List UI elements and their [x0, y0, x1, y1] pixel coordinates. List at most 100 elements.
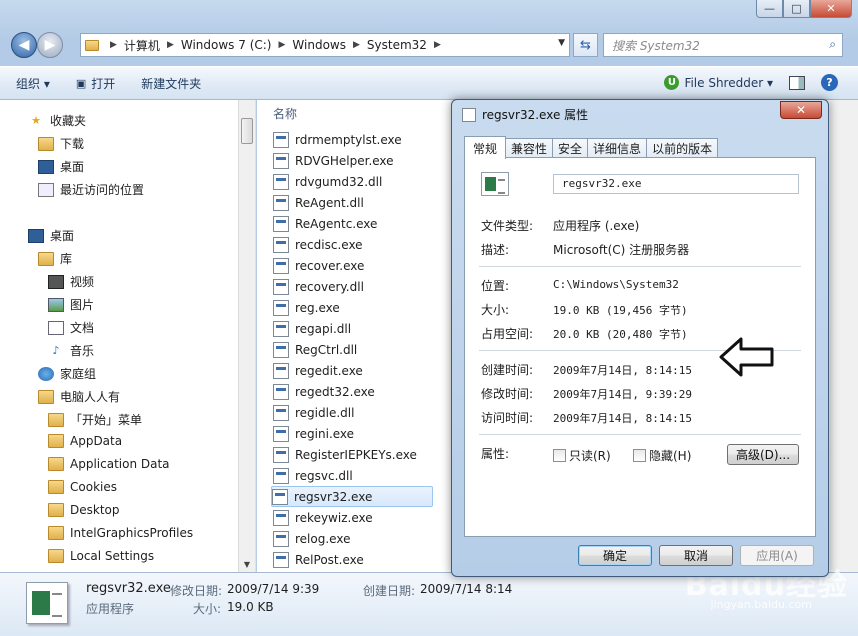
- sidebar-item-homegroup[interactable]: 家庭组: [38, 365, 96, 382]
- breadcrumb-windows[interactable]: Windows: [292, 38, 346, 52]
- scroll-down-icon[interactable]: ▼: [239, 556, 255, 572]
- chevron-right-icon: ▶: [110, 40, 117, 50]
- cancel-button[interactable]: 取消: [659, 545, 733, 566]
- column-header-name[interactable]: 名称: [273, 105, 297, 122]
- minimize-button[interactable]: —: [756, 0, 783, 18]
- preview-pane-icon[interactable]: [789, 75, 805, 90]
- new-folder-button[interactable]: 新建文件夹: [141, 75, 201, 92]
- open-label: 打开: [91, 76, 116, 91]
- list-item[interactable]: reg.exe: [273, 297, 340, 318]
- ok-button[interactable]: 确定: [578, 545, 652, 566]
- created-value: 2009年7月14日, 8:14:15: [553, 364, 692, 377]
- sidebar-item-music[interactable]: ♪ 音乐: [48, 342, 94, 359]
- breadcrumb-drive[interactable]: Windows 7 (C:): [181, 38, 272, 52]
- hidden-checkbox[interactable]: 隐藏(H): [633, 447, 691, 464]
- sidebar-item-recent[interactable]: 最近访问的位置: [38, 181, 144, 198]
- details-modified-label: 修改日期:: [170, 584, 223, 598]
- sidebar-item-start-menu[interactable]: 「开始」菜单: [48, 411, 142, 428]
- sidebar-item-documents[interactable]: 文档: [48, 319, 94, 336]
- list-item[interactable]: relog.exe: [273, 528, 350, 549]
- maximize-button[interactable]: □: [783, 0, 810, 18]
- sidebar-label: 收藏夹: [50, 114, 87, 128]
- readonly-label: 只读(R): [569, 449, 611, 463]
- sidebar-item-favorites[interactable]: ★ 收藏夹: [28, 112, 86, 129]
- apply-button[interactable]: 应用(A): [740, 545, 814, 566]
- sidebar-label: 库: [60, 252, 73, 266]
- sidebar-item-libraries[interactable]: 库: [38, 250, 72, 267]
- advanced-button[interactable]: 高级(D)...: [727, 444, 799, 465]
- organize-button[interactable]: 组织 ▾: [16, 75, 50, 92]
- search-icon[interactable]: ⌕: [829, 37, 836, 52]
- dialog-close-button[interactable]: ✕: [780, 101, 822, 119]
- list-item[interactable]: RegCtrl.dll: [273, 339, 357, 360]
- sidebar-item-desktop-fav[interactable]: 桌面: [38, 158, 84, 175]
- sidebar-item-videos[interactable]: 视频: [48, 273, 94, 290]
- forward-button[interactable]: ▶: [37, 32, 63, 58]
- sidebar-item-user[interactable]: 电脑人人有: [38, 388, 120, 405]
- list-item[interactable]: recover.exe: [273, 255, 364, 276]
- list-item[interactable]: regsvr32.exe: [271, 486, 434, 507]
- close-button[interactable]: ✕: [810, 0, 852, 18]
- list-item[interactable]: RegisterIEPKEYs.exe: [273, 444, 417, 465]
- back-button[interactable]: ◀: [11, 32, 37, 58]
- list-item[interactable]: recovery.dll: [273, 276, 364, 297]
- list-item[interactable]: ReAgent.dll: [273, 192, 364, 213]
- sidebar-item-local-settings[interactable]: Local Settings: [48, 549, 154, 563]
- refresh-button[interactable]: ⇆: [573, 33, 598, 57]
- sidebar-item-appdata[interactable]: AppData: [48, 434, 122, 448]
- sidebar-label: 桌面: [50, 229, 75, 243]
- file-name: RDVGHelper.exe: [295, 153, 394, 168]
- list-item[interactable]: rdrmemptylst.exe: [273, 129, 402, 150]
- sidebar-item-intelgraphicsprofiles[interactable]: IntelGraphicsProfiles: [48, 526, 193, 540]
- desktop-icon: [28, 228, 44, 243]
- sidebar-item-desktop[interactable]: 桌面: [28, 227, 74, 244]
- folder-icon: [48, 503, 64, 517]
- filename-field[interactable]: regsvr32.exe: [553, 174, 799, 194]
- list-item[interactable]: rdvgumd32.dll: [273, 171, 382, 192]
- list-item[interactable]: rekeywiz.exe: [273, 507, 373, 528]
- address-bar[interactable]: ▶ 计算机 ▶ Windows 7 (C:) ▶ Windows ▶ Syste…: [80, 33, 570, 57]
- list-item[interactable]: regapi.dll: [273, 318, 351, 339]
- tab-details[interactable]: 详细信息: [587, 138, 648, 158]
- sidebar-label: Application Data: [70, 457, 170, 471]
- list-item[interactable]: regedt32.exe: [273, 381, 375, 402]
- size-value: 19.0 KB (19,456 字节): [553, 304, 688, 317]
- readonly-checkbox[interactable]: 只读(R): [553, 447, 611, 464]
- breadcrumb-system32[interactable]: System32: [367, 38, 427, 52]
- list-item[interactable]: RelPost.exe: [273, 549, 364, 570]
- chevron-right-icon: ▶: [433, 40, 441, 50]
- details-filename: regsvr32.exe: [86, 581, 171, 596]
- chevron-down-icon[interactable]: ▼: [558, 38, 565, 48]
- scrollbar-thumb[interactable]: [241, 118, 253, 144]
- list-item[interactable]: RDVGHelper.exe: [273, 150, 394, 171]
- back-arrow-icon: ◀: [18, 37, 30, 53]
- open-button[interactable]: ▣ 打开: [76, 75, 115, 92]
- breadcrumb-computer[interactable]: 计算机: [124, 37, 160, 54]
- list-item[interactable]: ReAgentc.exe: [273, 213, 377, 234]
- tab-security[interactable]: 安全: [552, 138, 589, 158]
- checkbox-box[interactable]: [553, 449, 566, 462]
- location-value: C:\Windows\System32: [553, 278, 679, 291]
- tab-previous-versions[interactable]: 以前的版本: [646, 138, 719, 158]
- file-shredder-button[interactable]: U File Shredder ▾: [664, 75, 773, 90]
- help-button[interactable]: ?: [821, 74, 838, 91]
- list-item[interactable]: regsvc.dll: [273, 465, 353, 486]
- list-item[interactable]: regedit.exe: [273, 360, 363, 381]
- list-item[interactable]: regidle.dll: [273, 402, 354, 423]
- checkbox-box[interactable]: [633, 449, 646, 462]
- sidebar-item-desktop-folder[interactable]: Desktop: [48, 503, 120, 517]
- sidebar-item-cookies[interactable]: Cookies: [48, 480, 117, 494]
- file-icon: [273, 425, 289, 442]
- navigation-scrollbar[interactable]: ▼: [238, 100, 255, 572]
- sidebar-item-pictures[interactable]: 图片: [48, 296, 94, 313]
- tab-compatibility[interactable]: 兼容性: [505, 138, 554, 158]
- sidebar-item-application-data[interactable]: Application Data: [48, 457, 170, 471]
- list-item[interactable]: regini.exe: [273, 423, 354, 444]
- search-input[interactable]: 搜索 System32 ⌕: [603, 33, 843, 57]
- sidebar-item-downloads[interactable]: 下载: [38, 135, 84, 152]
- details-size-value: 19.0 KB: [227, 600, 274, 614]
- file-list-scrollbar[interactable]: [830, 100, 858, 572]
- list-item[interactable]: recdisc.exe: [273, 234, 363, 255]
- tab-general[interactable]: 常规: [464, 136, 507, 159]
- file-name: regidle.dll: [295, 405, 355, 420]
